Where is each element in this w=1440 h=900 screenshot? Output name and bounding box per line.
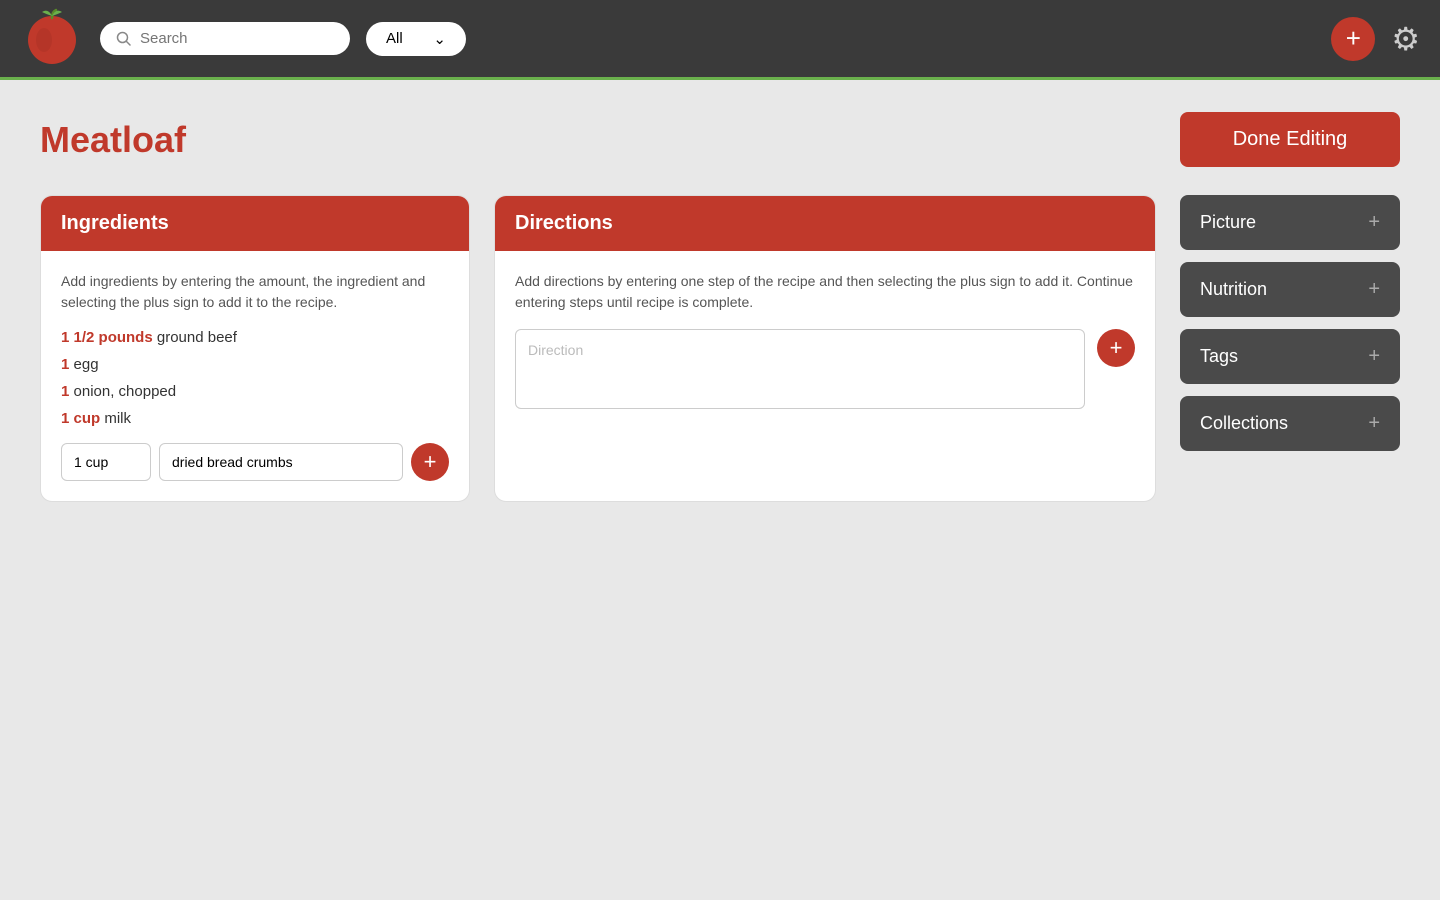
tags-plus-icon: + bbox=[1368, 345, 1380, 368]
content-area: Ingredients Add ingredients by entering … bbox=[40, 195, 1400, 502]
search-input[interactable] bbox=[140, 30, 334, 47]
nutrition-plus-icon: + bbox=[1368, 278, 1380, 301]
ingredients-help-text: Add ingredients by entering the amount, … bbox=[61, 271, 449, 313]
add-direction-button[interactable]: + bbox=[1097, 329, 1135, 367]
list-item: 1 egg bbox=[61, 356, 449, 373]
right-sidebar: Picture + Nutrition + Tags + Collections… bbox=[1180, 195, 1400, 451]
nutrition-label: Nutrition bbox=[1200, 279, 1267, 300]
ingredients-card-header: Ingredients bbox=[41, 196, 469, 251]
direction-input-area: + bbox=[515, 329, 1135, 409]
ingredients-card-body: Add ingredients by entering the amount, … bbox=[41, 251, 469, 501]
add-button[interactable]: + bbox=[1331, 17, 1375, 61]
ingredient-name-input[interactable] bbox=[159, 443, 403, 481]
search-icon bbox=[116, 31, 132, 47]
quantity-input[interactable] bbox=[61, 443, 151, 481]
ingredients-card: Ingredients Add ingredients by entering … bbox=[40, 195, 470, 502]
tags-label: Tags bbox=[1200, 346, 1238, 367]
settings-icon[interactable]: ⚙ bbox=[1391, 20, 1420, 58]
collections-plus-icon: + bbox=[1368, 412, 1380, 435]
tags-button[interactable]: Tags + bbox=[1180, 329, 1400, 384]
directions-card-body: Add directions by entering one step of t… bbox=[495, 251, 1155, 429]
picture-plus-icon: + bbox=[1368, 211, 1380, 234]
search-bar bbox=[100, 22, 350, 55]
ingredient-input-row: + bbox=[61, 443, 449, 481]
collections-label: Collections bbox=[1200, 413, 1288, 434]
add-ingredient-button[interactable]: + bbox=[411, 443, 449, 481]
picture-label: Picture bbox=[1200, 212, 1256, 233]
list-item: 1 cup milk bbox=[61, 410, 449, 427]
directions-card: Directions Add directions by entering on… bbox=[494, 195, 1156, 502]
directions-card-header: Directions bbox=[495, 196, 1155, 251]
page-header: Meatloaf Done Editing bbox=[40, 112, 1400, 167]
list-item: 1 onion, chopped bbox=[61, 383, 449, 400]
app-header: All ⌄ + ⚙ bbox=[0, 0, 1440, 80]
cards-column: Ingredients Add ingredients by entering … bbox=[40, 195, 1156, 502]
directions-help-text: Add directions by entering one step of t… bbox=[515, 271, 1135, 313]
header-right: + ⚙ bbox=[1331, 17, 1420, 61]
direction-input[interactable] bbox=[515, 329, 1085, 409]
chevron-down-icon: ⌄ bbox=[433, 30, 446, 48]
main-content: Meatloaf Done Editing Ingredients Add in… bbox=[0, 80, 1440, 900]
filter-dropdown[interactable]: All ⌄ bbox=[366, 22, 466, 56]
page-title: Meatloaf bbox=[40, 119, 186, 161]
picture-button[interactable]: Picture + bbox=[1180, 195, 1400, 250]
list-item: 1 1/2 pounds ground beef bbox=[61, 329, 449, 346]
logo bbox=[20, 4, 84, 73]
ingredient-list: 1 1/2 pounds ground beef 1 egg 1 onion, … bbox=[61, 329, 449, 427]
collections-button[interactable]: Collections + bbox=[1180, 396, 1400, 451]
filter-value: All bbox=[386, 30, 403, 47]
done-editing-button[interactable]: Done Editing bbox=[1180, 112, 1400, 167]
nutrition-button[interactable]: Nutrition + bbox=[1180, 262, 1400, 317]
